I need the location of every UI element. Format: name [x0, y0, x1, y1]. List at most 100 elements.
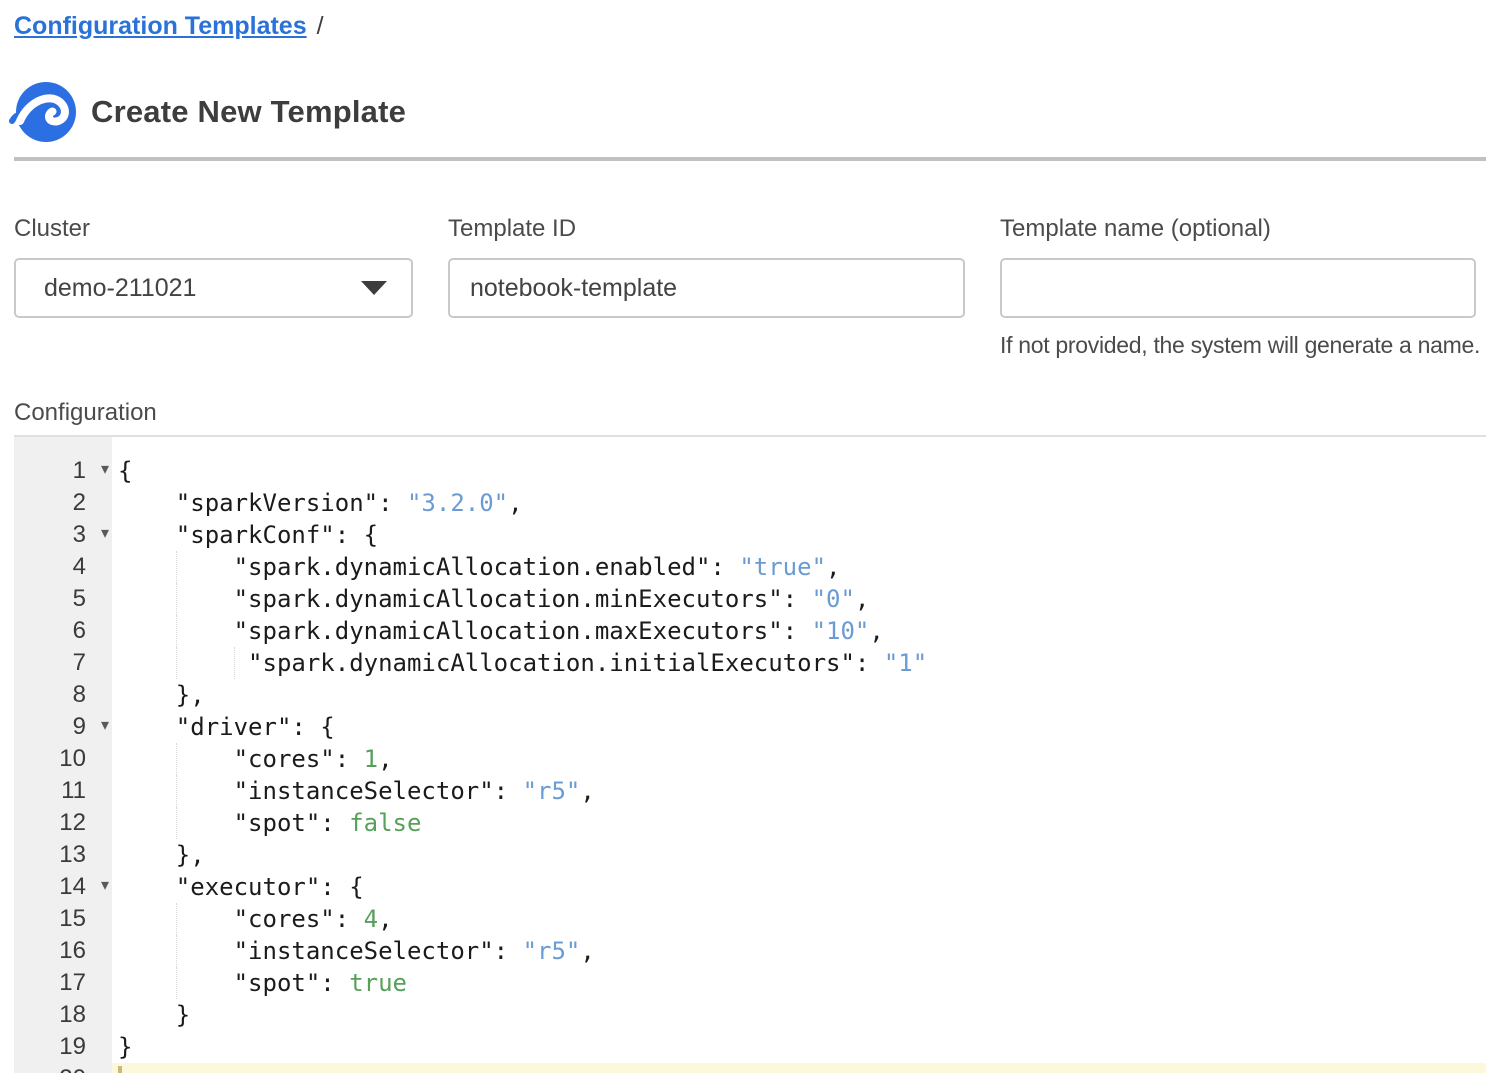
gutter-line-3: 3▾ — [14, 519, 112, 551]
gutter-line-13: 13 — [14, 839, 112, 871]
line-number: 16 — [59, 937, 86, 964]
code-token-plain: , — [580, 777, 594, 805]
code-line-7[interactable]: "spark.dynamicAllocation.initialExecutor… — [118, 647, 1486, 679]
line-number: 11 — [61, 777, 86, 804]
line-number: 19 — [59, 1033, 86, 1060]
code-line-4[interactable]: "spark.dynamicAllocation.enabled": "true… — [118, 551, 1486, 583]
fold-arrow-icon[interactable]: ▾ — [101, 870, 109, 902]
code-line-17[interactable]: "spot": true — [118, 967, 1486, 999]
code-token-plain: , — [869, 617, 883, 645]
code-line-13[interactable]: }, — [118, 839, 1486, 871]
line-number: 7 — [73, 649, 86, 676]
gutter-line-14: 14▾ — [14, 871, 112, 903]
gutter-line-18: 18 — [14, 999, 112, 1031]
gutter-line-4: 4 — [14, 551, 112, 583]
line-number: 18 — [59, 1001, 86, 1028]
indent-guide — [176, 775, 177, 807]
code-line-19[interactable]: } — [118, 1031, 1486, 1063]
code-token-str: "r5" — [523, 937, 581, 965]
code-token-str: "r5" — [523, 777, 581, 805]
code-token-plain: , — [855, 585, 869, 613]
code-line-3[interactable]: "sparkConf": { — [118, 519, 1486, 551]
code-token-plain: "instanceSelector": — [118, 937, 523, 965]
code-token-num: 1 — [364, 745, 378, 773]
code-line-8[interactable]: }, — [118, 679, 1486, 711]
gutter-line-16: 16 — [14, 935, 112, 967]
code-line-5[interactable]: "spark.dynamicAllocation.minExecutors": … — [118, 583, 1486, 615]
code-token-plain: "cores": — [118, 905, 364, 933]
code-token-str: "10" — [812, 617, 870, 645]
gutter-line-15: 15 — [14, 903, 112, 935]
template-id-field: Template ID — [448, 215, 965, 318]
template-name-input[interactable] — [1000, 258, 1476, 318]
breadcrumb: Configuration Templates / — [14, 12, 324, 41]
indent-guide — [176, 647, 177, 679]
code-token-plain: }, — [118, 681, 205, 709]
code-line-18[interactable]: } — [118, 999, 1486, 1031]
cluster-select[interactable]: demo-211021 — [14, 258, 413, 318]
indent-guide — [176, 967, 177, 999]
code-token-bool: false — [349, 809, 421, 837]
code-token-str: "0" — [812, 585, 855, 613]
code-token-plain: }, — [118, 841, 205, 869]
line-number: 12 — [59, 809, 86, 836]
code-line-9[interactable]: "driver": { — [118, 711, 1486, 743]
fold-arrow-icon[interactable]: ▾ — [101, 710, 109, 742]
code-token-plain: "spark.dynamicAllocation.minExecutors": — [118, 585, 812, 613]
editor-gutter: 1▾23▾456789▾1011121314▾151617181920 — [14, 437, 112, 1073]
gutter-line-8: 8 — [14, 679, 112, 711]
gutter-line-6: 6 — [14, 615, 112, 647]
configuration-code-editor[interactable]: 1▾23▾456789▾1011121314▾151617181920 { "s… — [14, 435, 1486, 1073]
code-line-14[interactable]: "executor": { — [118, 871, 1486, 903]
template-id-input[interactable] — [448, 258, 965, 318]
text-cursor — [118, 1066, 122, 1073]
gutter-line-17: 17 — [14, 967, 112, 999]
indent-guide — [176, 935, 177, 967]
indent-guide — [176, 903, 177, 935]
code-token-plain: "sparkConf": { — [118, 521, 378, 549]
gutter-line-5: 5 — [14, 583, 112, 615]
code-token-plain: } — [118, 1001, 190, 1029]
code-token-plain: "driver": { — [118, 713, 335, 741]
line-number: 1 — [73, 457, 86, 484]
code-token-plain: , — [378, 745, 392, 773]
code-line-2[interactable]: "sparkVersion": "3.2.0", — [118, 487, 1486, 519]
line-number: 15 — [59, 905, 86, 932]
code-line-20[interactable] — [112, 1063, 1486, 1073]
code-token-plain: , — [580, 937, 594, 965]
editor-content[interactable]: { "sparkVersion": "3.2.0", "sparkConf": … — [112, 437, 1486, 1073]
code-line-1[interactable]: { — [118, 455, 1486, 487]
gutter-line-2: 2 — [14, 487, 112, 519]
line-number: 6 — [73, 617, 86, 644]
gutter-line-9: 9▾ — [14, 711, 112, 743]
gutter-line-19: 19 — [14, 1031, 112, 1063]
template-name-helper-text: If not provided, the system will generat… — [1000, 332, 1476, 359]
code-line-10[interactable]: "cores": 1, — [118, 743, 1486, 775]
breadcrumb-separator: / — [317, 12, 324, 40]
code-line-12[interactable]: "spot": false — [118, 807, 1486, 839]
code-token-str: "3.2.0" — [407, 489, 508, 517]
line-number: 2 — [73, 489, 86, 516]
line-number: 20 — [59, 1065, 86, 1073]
line-number: 13 — [59, 841, 86, 868]
code-line-16[interactable]: "instanceSelector": "r5", — [118, 935, 1486, 967]
code-line-6[interactable]: "spark.dynamicAllocation.maxExecutors": … — [118, 615, 1486, 647]
code-token-plain: , — [826, 553, 840, 581]
fold-arrow-icon[interactable]: ▾ — [101, 518, 109, 550]
gutter-line-12: 12 — [14, 807, 112, 839]
code-token-plain: "sparkVersion": — [118, 489, 407, 517]
line-number: 5 — [73, 585, 86, 612]
code-line-11[interactable]: "instanceSelector": "r5", — [118, 775, 1486, 807]
chevron-down-icon — [361, 281, 387, 295]
indent-guide — [176, 807, 177, 839]
code-line-15[interactable]: "cores": 4, — [118, 903, 1486, 935]
gutter-line-1: 1▾ — [14, 455, 112, 487]
line-number: 3 — [73, 521, 86, 548]
breadcrumb-link-configuration-templates[interactable]: Configuration Templates — [14, 12, 307, 40]
line-number: 10 — [59, 745, 86, 772]
code-token-bool: true — [349, 969, 407, 997]
fold-arrow-icon[interactable]: ▾ — [101, 454, 109, 486]
code-token-plain: "spark.dynamicAllocation.maxExecutors": — [118, 617, 812, 645]
code-token-plain: { — [118, 457, 132, 485]
cluster-field: Cluster demo-211021 — [14, 215, 413, 318]
